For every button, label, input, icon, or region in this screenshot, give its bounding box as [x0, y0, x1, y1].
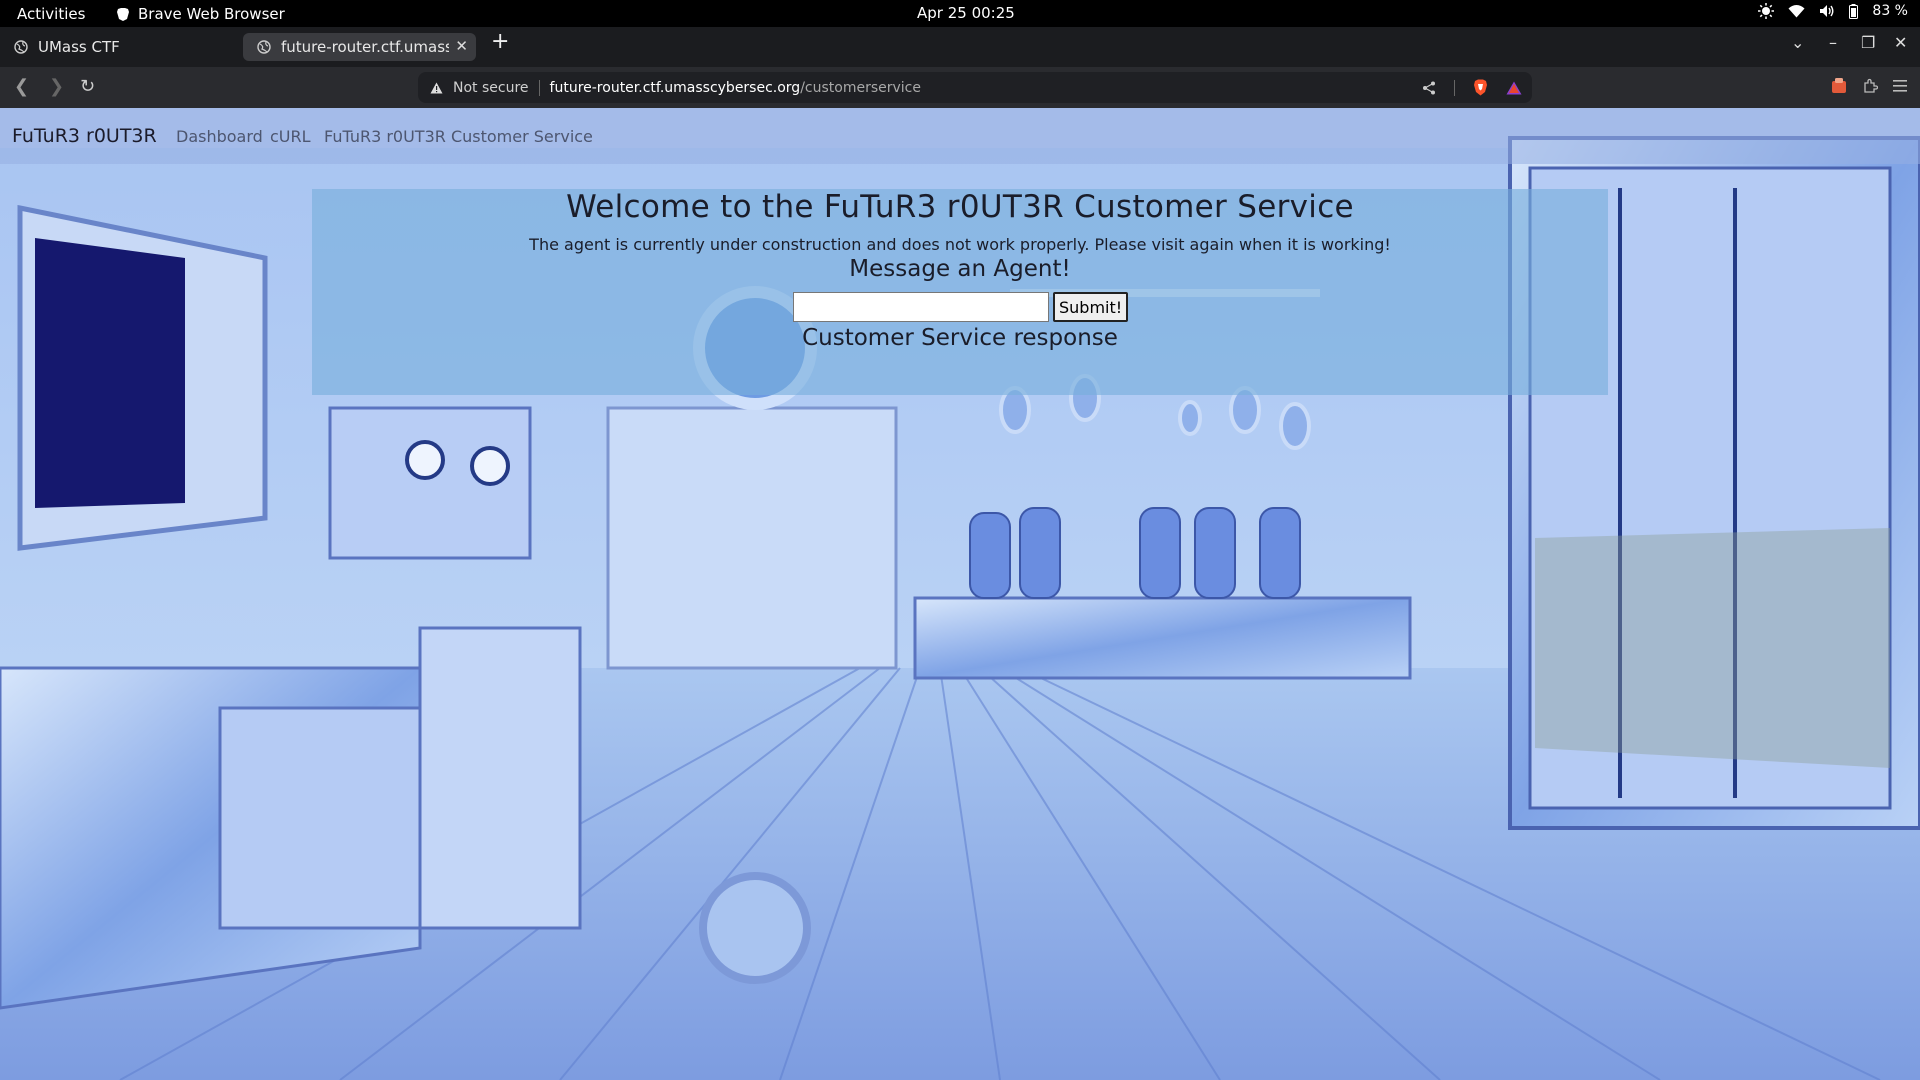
- tab-umass-ctf[interactable]: UMass CTF: [0, 33, 235, 61]
- brave-lion-icon: [117, 7, 129, 21]
- tab-strip: UMass CTF future-router.ctf.umasscyberse…: [0, 27, 1920, 67]
- message-form: Submit!: [793, 292, 1129, 322]
- share-icon[interactable]: [1422, 81, 1436, 95]
- customer-service-panel: Welcome to the FuTuR3 r0UT3R Customer Se…: [312, 189, 1608, 395]
- brave-rewards-icon[interactable]: [1506, 81, 1522, 95]
- activities-button[interactable]: Activities: [17, 5, 85, 23]
- hamburger-menu-icon[interactable]: [1892, 79, 1908, 93]
- battery-icon: [1849, 3, 1859, 19]
- battery-percent: 83 %: [1872, 3, 1908, 19]
- globe-icon: [14, 40, 28, 54]
- nav-link-dashboard[interactable]: Dashboard: [176, 127, 263, 146]
- tab-title: future-router.ctf.umasscybersec.org/cust…: [281, 38, 449, 56]
- message-input[interactable]: [793, 292, 1049, 322]
- submit-button[interactable]: Submit!: [1053, 292, 1129, 322]
- system-status-area[interactable]: 83 %: [1758, 3, 1908, 19]
- close-window-icon[interactable]: ✕: [1894, 33, 1907, 52]
- response-heading: Customer Service response: [802, 325, 1118, 351]
- system-top-bar: Activities Brave Web Browser Apr 25 00:2…: [0, 0, 1920, 27]
- url-path: /customerservice: [800, 79, 921, 96]
- clock[interactable]: Apr 25 00:25: [917, 4, 1015, 22]
- restore-window-icon[interactable]: ❐: [1861, 33, 1875, 52]
- brave-shields-icon[interactable]: [1473, 79, 1488, 96]
- navigation-toolbar: ❮ ❯ ↻ Not secure future-router.ctf.umass…: [0, 67, 1920, 108]
- security-status[interactable]: Not secure: [453, 80, 529, 96]
- tab-future-router[interactable]: future-router.ctf.umasscybersec.org/cust…: [243, 33, 476, 61]
- url-host: future-router.ctf.umasscybersec.org: [549, 79, 801, 96]
- construction-notice: The agent is currently under constructio…: [529, 235, 1391, 254]
- wifi-icon: [1788, 5, 1805, 18]
- warning-icon: [430, 82, 443, 93]
- app-menu[interactable]: Brave Web Browser: [116, 5, 285, 23]
- tab-title: UMass CTF: [38, 38, 120, 56]
- forward-arrow-icon[interactable]: ❯: [49, 76, 64, 97]
- volume-icon: [1820, 5, 1834, 17]
- minimize-window-icon[interactable]: –: [1829, 33, 1837, 52]
- message-heading: Message an Agent!: [849, 256, 1071, 282]
- page-viewport: FuTuR3 r0UT3R Dashboard cURL FuTuR3 r0UT…: [0, 108, 1920, 1080]
- tab-search-chevron-icon[interactable]: ⌄: [1791, 33, 1804, 52]
- url-separator: [538, 79, 540, 96]
- brightness-icon: [1758, 3, 1775, 19]
- nav-link-curl[interactable]: cURL: [270, 127, 311, 146]
- new-tab-button[interactable]: +: [491, 31, 509, 53]
- site-navbar: FuTuR3 r0UT3R Dashboard cURL FuTuR3 r0UT…: [0, 108, 1920, 164]
- address-bar[interactable]: Not secure future-router.ctf.umasscybers…: [418, 72, 1532, 103]
- toolbar-right: [1830, 77, 1908, 95]
- page-title: Welcome to the FuTuR3 r0UT3R Customer Se…: [566, 189, 1354, 225]
- back-arrow-icon[interactable]: ❮: [14, 76, 29, 97]
- puzzle-extensions-icon[interactable]: [1862, 78, 1878, 94]
- nav-link-customer-service[interactable]: FuTuR3 r0UT3R Customer Service: [324, 127, 593, 146]
- reload-icon[interactable]: ↻: [80, 76, 95, 97]
- extension-badge-icon[interactable]: [1830, 77, 1848, 95]
- close-tab-icon[interactable]: ✕: [455, 37, 468, 55]
- app-name: Brave Web Browser: [138, 5, 285, 23]
- globe-icon: [257, 40, 271, 54]
- site-brand[interactable]: FuTuR3 r0UT3R: [12, 125, 157, 147]
